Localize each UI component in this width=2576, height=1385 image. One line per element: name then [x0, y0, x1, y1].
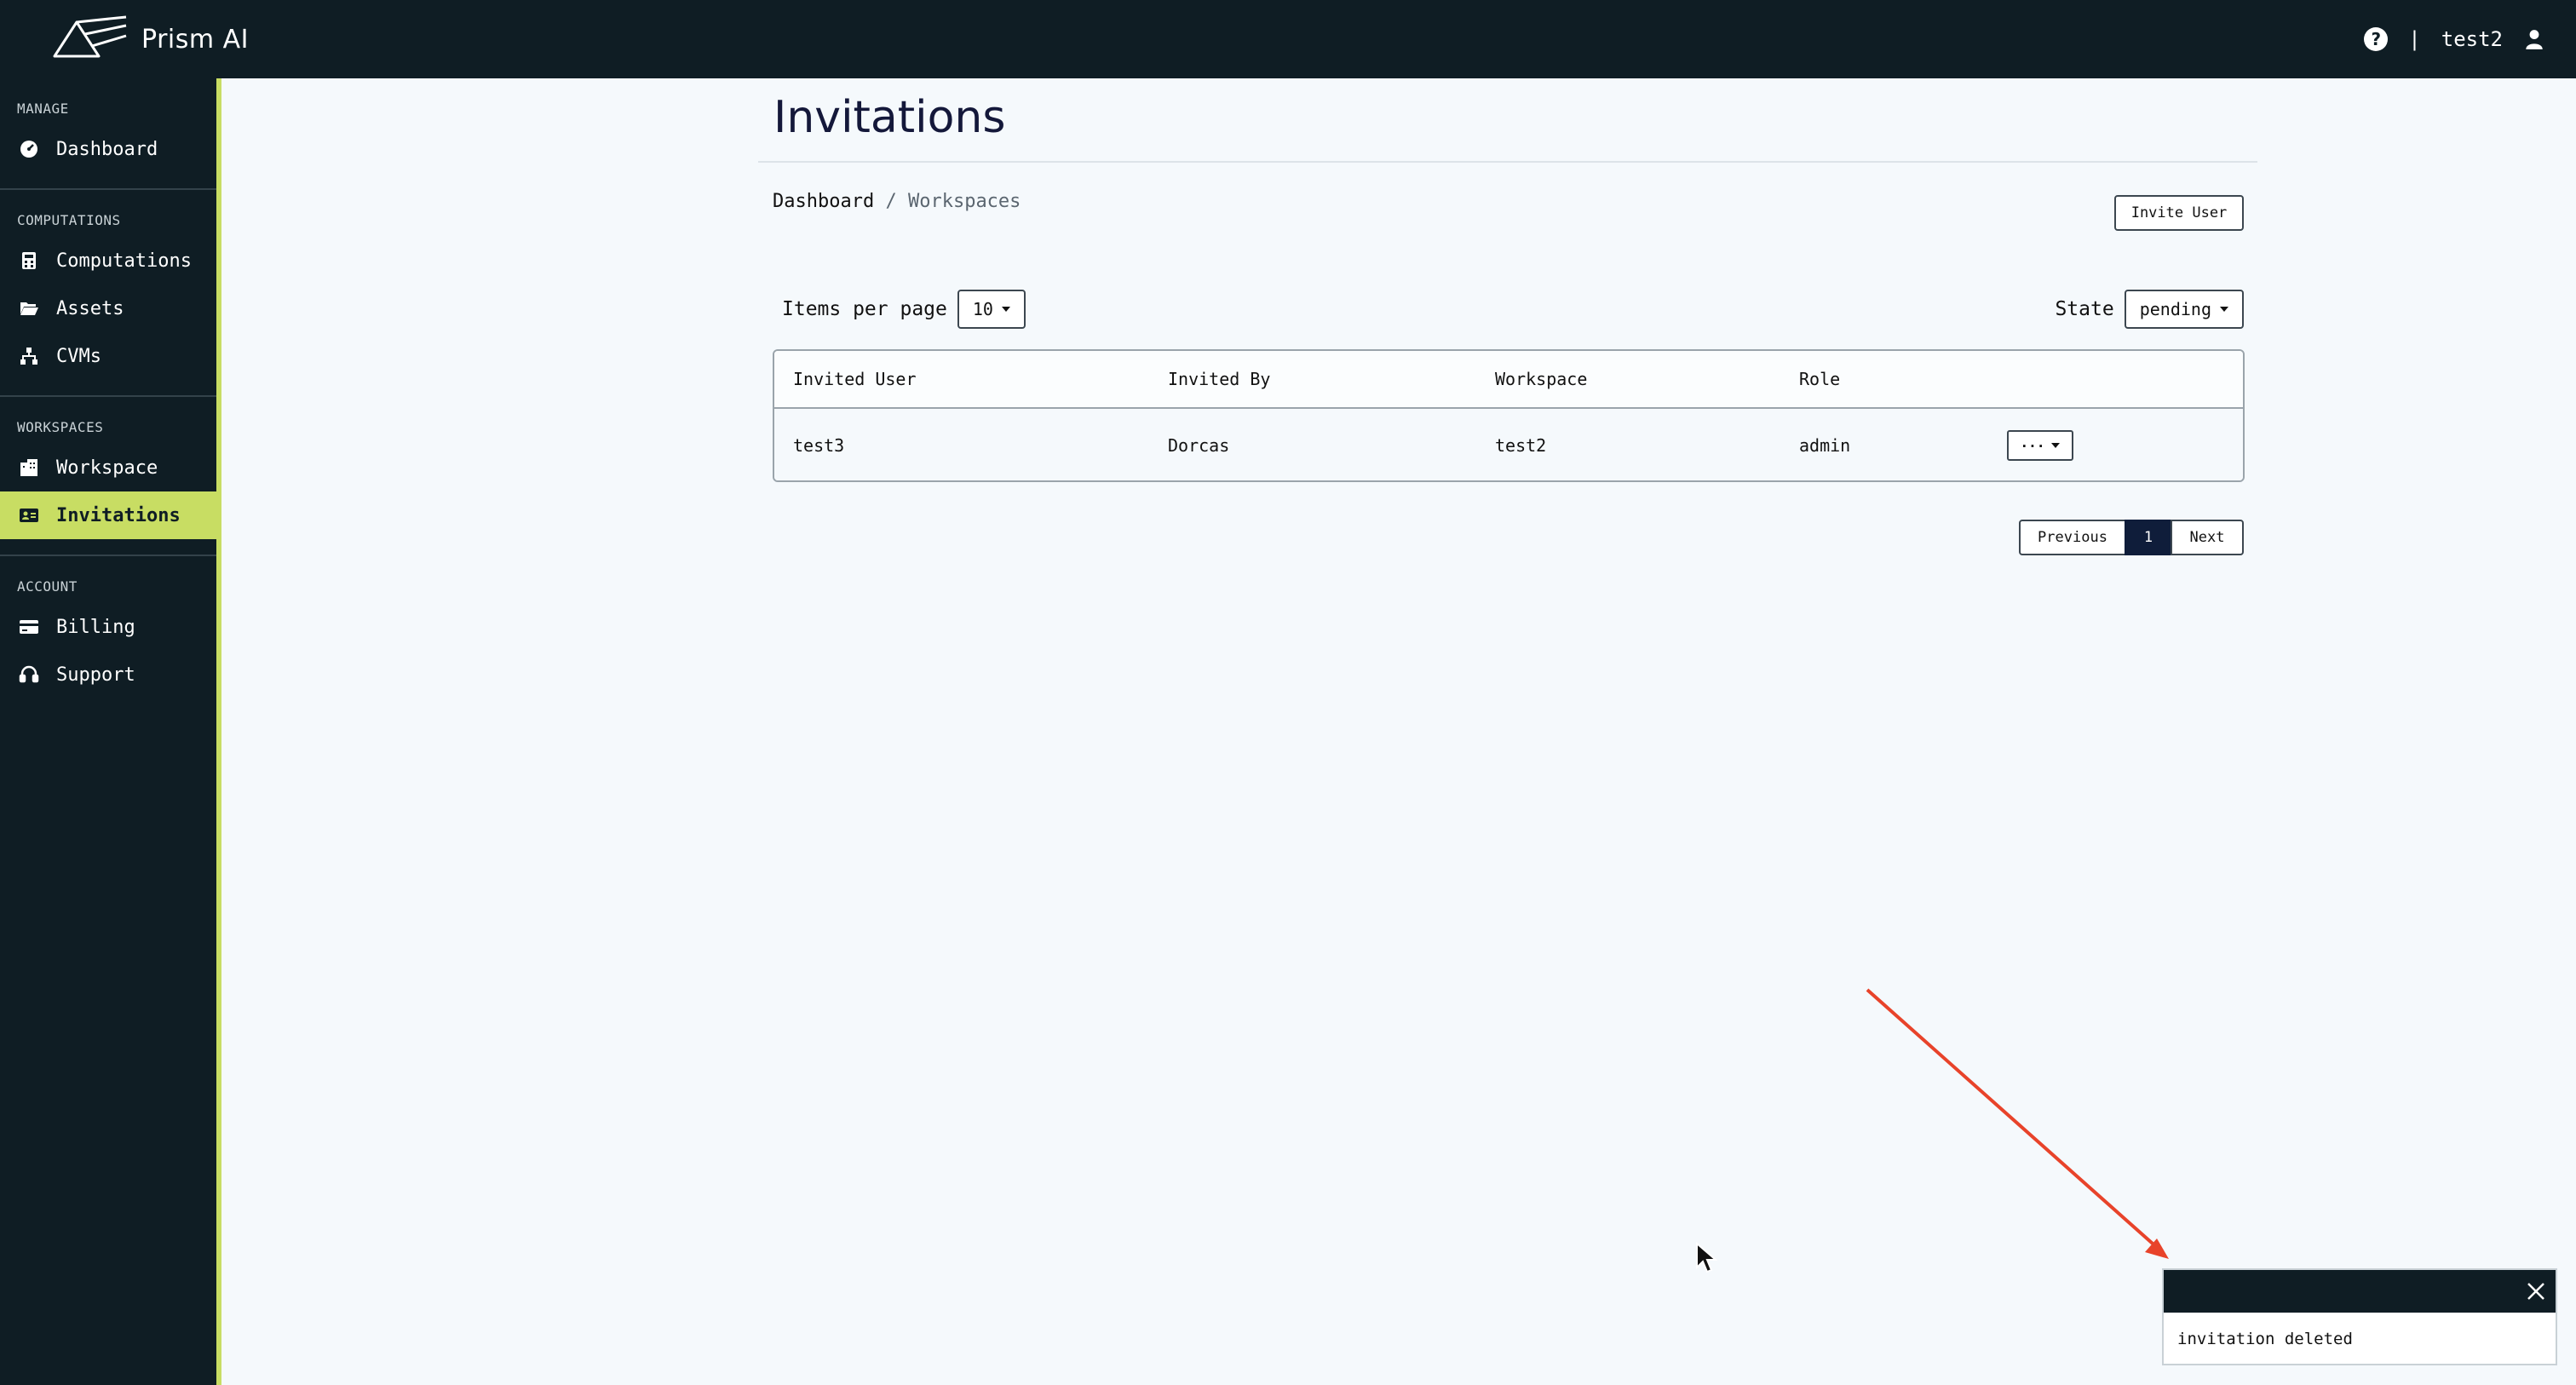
items-per-page: Items per page 10 [782, 290, 1026, 329]
chevron-down-icon [1001, 307, 1010, 312]
brand[interactable]: Prism AI [51, 14, 249, 65]
toast-notification: invitation deleted [2162, 1268, 2557, 1365]
sidebar-item-label: Computations [56, 250, 192, 272]
state-value: pending [2139, 299, 2211, 319]
help-icon[interactable]: ? [2364, 27, 2389, 51]
credit-card-icon [20, 620, 38, 634]
invitations-table: Invited User Invited By Workspace Role t… [773, 349, 2245, 482]
chevron-down-icon [2220, 307, 2228, 312]
toast-header [2164, 1270, 2556, 1313]
table-row: test3 Dorcas test2 admin ··· [774, 409, 2243, 480]
username[interactable]: test2 [2441, 27, 2503, 51]
dashboard-icon [20, 141, 37, 158]
top-navbar: Prism AI ? | test2 [0, 0, 2576, 78]
sidebar-section-workspaces: WORKSPACES Workspace Invitations [0, 397, 216, 556]
table-header: Invited User Invited By Workspace Role [774, 351, 2243, 409]
toast-message: invitation deleted [2177, 1330, 2353, 1348]
chevron-down-icon [2051, 443, 2061, 448]
sidebar-item-cvms[interactable]: CVMs [0, 332, 216, 380]
state-filter: State pending [2055, 290, 2244, 329]
sidebar-item-label: Billing [56, 616, 135, 638]
section-title: COMPUTATIONS [17, 212, 121, 228]
state-label: State [2055, 298, 2114, 320]
sidebar-section-computations: COMPUTATIONS Computations Assets CVMs [0, 190, 216, 397]
sidebar-item-label: Workspace [56, 457, 158, 479]
column-header-invited-by: Invited By [1168, 369, 1271, 389]
title-divider [758, 161, 2257, 163]
sidebar-item-assets[interactable]: Assets [0, 284, 216, 332]
sidebar-item-label: Support [56, 664, 135, 686]
user-area: ? | test2 [2364, 27, 2545, 51]
sidebar-item-support[interactable]: Support [0, 651, 216, 698]
items-per-page-select[interactable]: 10 [957, 290, 1026, 329]
breadcrumb-current: Workspaces [907, 191, 1021, 212]
page-1-button[interactable]: 1 [2125, 520, 2172, 555]
mouse-cursor-icon [1696, 1242, 1717, 1273]
cell-invited-user: test3 [793, 435, 845, 456]
sidebar-item-label: CVMs [56, 345, 101, 367]
computations-icon [22, 252, 36, 269]
id-card-icon [20, 509, 38, 522]
items-per-page-label: Items per page [782, 298, 947, 320]
more-icon: ··· [2020, 437, 2045, 454]
sidebar-item-label: Dashboard [56, 138, 158, 160]
row-actions-button[interactable]: ··· [2007, 430, 2073, 461]
state-select[interactable]: pending [2124, 290, 2244, 329]
cell-role: admin [1799, 435, 1851, 456]
column-header-role: Role [1799, 369, 1841, 389]
annotation-arrow [1866, 988, 2169, 1259]
network-icon [20, 348, 37, 365]
cell-workspace: test2 [1495, 435, 1547, 456]
sidebar-section-manage: MANAGE Dashboard [0, 78, 216, 190]
sidebar-section-account: ACCOUNT Billing Support [0, 556, 216, 714]
page-title: Invitations [773, 92, 1006, 143]
prism-logo-icon [51, 14, 129, 65]
sidebar-item-invitations[interactable]: Invitations [0, 491, 216, 539]
previous-page-button[interactable]: Previous [2019, 520, 2126, 555]
user-icon[interactable] [2523, 28, 2545, 50]
breadcrumb-dashboard[interactable]: Dashboard [773, 191, 874, 212]
sidebar-item-label: Invitations [56, 504, 181, 526]
items-per-page-value: 10 [972, 299, 993, 319]
section-title: WORKSPACES [17, 419, 104, 435]
building-icon [20, 459, 37, 476]
sidebar-item-label: Assets [56, 297, 124, 319]
breadcrumb: Dashboard / Workspaces [773, 191, 1021, 212]
next-page-button[interactable]: Next [2171, 520, 2244, 555]
folder-icon [20, 302, 38, 315]
app-name: Prism AI [141, 24, 249, 55]
cell-invited-by: Dorcas [1168, 435, 1230, 456]
sidebar: MANAGE Dashboard COMPUTATIONS Computatio… [0, 78, 221, 1385]
pagination: Previous 1 Next [2019, 520, 2244, 555]
section-title: ACCOUNT [17, 578, 78, 595]
breadcrumb-separator: / [885, 191, 897, 212]
sidebar-item-computations[interactable]: Computations [0, 237, 216, 284]
column-header-invited-user: Invited User [793, 369, 917, 389]
headset-icon [19, 665, 39, 683]
sidebar-item-dashboard[interactable]: Dashboard [0, 125, 216, 173]
sidebar-item-billing[interactable]: Billing [0, 603, 216, 651]
section-title: MANAGE [17, 101, 69, 117]
invite-user-button[interactable]: Invite User [2114, 195, 2244, 231]
header-divider: | [2408, 27, 2421, 51]
sidebar-item-workspace[interactable]: Workspace [0, 444, 216, 491]
column-header-workspace: Workspace [1495, 369, 1588, 389]
close-icon[interactable] [2525, 1280, 2547, 1302]
